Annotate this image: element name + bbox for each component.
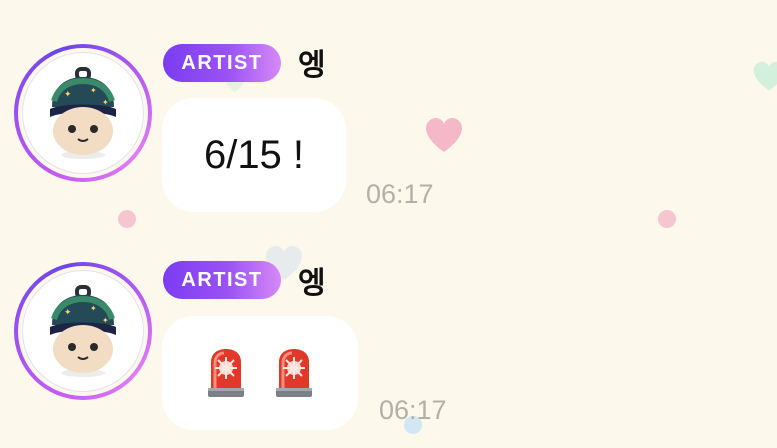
pink-dot-decoration [658, 210, 676, 228]
police-light-icon [276, 349, 312, 397]
svg-text:✦: ✦ [90, 304, 97, 313]
message-bubble[interactable]: 6/15 ! [162, 98, 346, 212]
chat-view: ✦ ✦ ✦ ARTIST 엥 6/15 ! 06:17 ✦ ✦ ✦ ARTIST… [0, 0, 777, 448]
svg-text:✦: ✦ [64, 90, 72, 100]
artist-badge: ARTIST [163, 261, 281, 299]
message-timestamp: 06:17 [379, 395, 447, 425]
avatar[interactable]: ✦ ✦ ✦ [14, 44, 152, 182]
knit-doll-avatar-icon: ✦ ✦ ✦ [50, 285, 116, 377]
svg-text:✦: ✦ [102, 98, 109, 107]
svg-text:✦: ✦ [64, 308, 72, 318]
svg-text:✦: ✦ [90, 86, 97, 95]
message-text: 6/15 ! [203, 132, 305, 177]
artist-badge: ARTIST [163, 44, 281, 82]
police-light-icon [208, 349, 244, 397]
svg-text:✦: ✦ [102, 316, 109, 325]
message-timestamp: 06:17 [366, 179, 434, 209]
avatar[interactable]: ✦ ✦ ✦ [14, 262, 152, 400]
knit-doll-avatar-icon: ✦ ✦ ✦ [50, 67, 116, 159]
pink-heart-icon [426, 118, 462, 152]
pink-dot-decoration [118, 210, 136, 228]
sender-name: 엥 [298, 266, 326, 301]
message-bubble[interactable] [162, 316, 358, 430]
sender-name: 엥 [298, 48, 326, 83]
green-heart-icon [753, 61, 777, 91]
